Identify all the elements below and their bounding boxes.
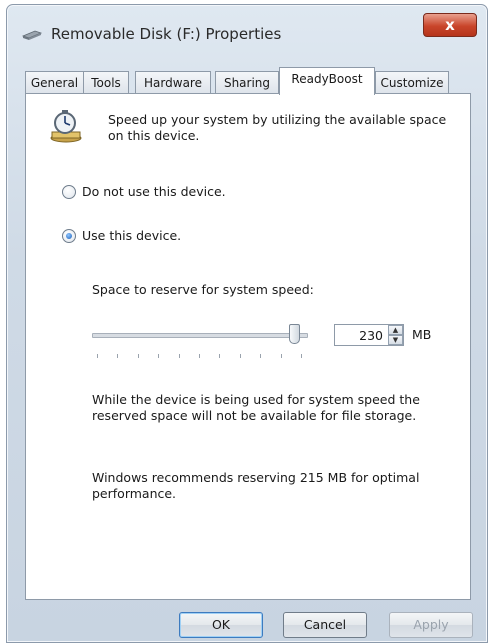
spin-down-button[interactable]: ▼ bbox=[388, 335, 403, 345]
close-icon: x bbox=[445, 16, 455, 34]
intro-text: Speed up your system by utilizing the av… bbox=[108, 112, 447, 143]
radio-do-not-use[interactable]: Do not use this device. bbox=[62, 184, 226, 199]
radio-use-device[interactable]: Use this device. bbox=[62, 228, 181, 243]
slider-tick bbox=[240, 354, 241, 358]
cancel-button[interactable]: Cancel bbox=[283, 612, 367, 638]
tab-sharing[interactable]: Sharing bbox=[215, 71, 279, 94]
slider-tick bbox=[97, 354, 98, 358]
storage-note: While the device is being used for syste… bbox=[92, 392, 420, 423]
slider-tick bbox=[219, 354, 220, 358]
close-button[interactable]: x bbox=[423, 13, 477, 37]
slider-thumb[interactable] bbox=[289, 324, 300, 344]
reserve-slider[interactable] bbox=[92, 324, 308, 364]
properties-dialog: Removable Disk (F:) Properties x General… bbox=[6, 4, 488, 643]
slider-tick bbox=[199, 354, 200, 358]
radio-do-not-use-label: Do not use this device. bbox=[82, 184, 226, 199]
radio-use-device-circle[interactable] bbox=[62, 228, 76, 243]
title-bar: Removable Disk (F:) Properties x bbox=[7, 5, 487, 57]
ok-button[interactable]: OK bbox=[179, 612, 263, 638]
tab-readyboost[interactable]: ReadyBoost bbox=[279, 67, 375, 95]
radio-use-device-label: Use this device. bbox=[82, 228, 182, 243]
dialog-footer: OK Cancel Apply bbox=[7, 603, 487, 641]
slider-tick bbox=[281, 354, 282, 358]
radio-do-not-use-circle[interactable] bbox=[62, 184, 76, 199]
reserve-unit-label: MB bbox=[412, 327, 432, 342]
tab-hardware[interactable]: Hardware bbox=[135, 71, 211, 94]
spin-up-button[interactable]: ▲ bbox=[388, 325, 403, 335]
readyboost-panel: Speed up your system by utilizing the av… bbox=[25, 93, 471, 600]
stopwatch-drive-icon bbox=[50, 110, 82, 143]
tab-general[interactable]: General bbox=[25, 71, 84, 94]
tab-strip: General Tools Hardware Sharing ReadyBoos… bbox=[25, 67, 469, 95]
slider-tick bbox=[179, 354, 180, 358]
window-title: Removable Disk (F:) Properties bbox=[51, 25, 282, 43]
reserve-spinner: ▲ ▼ bbox=[388, 325, 403, 345]
slider-tick bbox=[301, 354, 302, 358]
slider-track bbox=[92, 333, 308, 338]
drive-icon bbox=[21, 30, 43, 40]
tab-customize[interactable]: Customize bbox=[375, 71, 449, 94]
apply-button[interactable]: Apply bbox=[389, 612, 473, 638]
slider-tick bbox=[158, 354, 159, 358]
slider-tick bbox=[117, 354, 118, 358]
slider-tick bbox=[138, 354, 139, 358]
reserve-space-label: Space to reserve for system speed: bbox=[92, 282, 314, 297]
recommendation-note: Windows recommends reserving 215 MB for … bbox=[92, 470, 420, 501]
slider-tick bbox=[260, 354, 261, 358]
tab-tools[interactable]: Tools bbox=[83, 71, 129, 94]
